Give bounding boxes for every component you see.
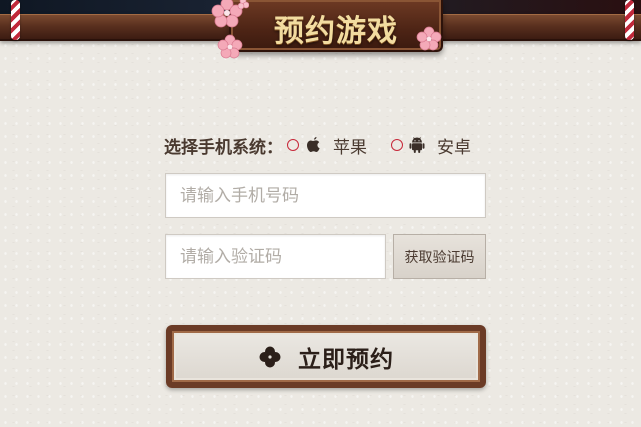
clover-icon: [258, 345, 282, 369]
cherry-blossom-icon: [211, 0, 249, 28]
page-title: 预约游戏: [274, 14, 398, 49]
rope-left-decoration: [11, 0, 20, 40]
os-selection-row: 选择手机系统： 苹果 安卓: [164, 132, 471, 158]
reserve-now-label: 立即预约: [298, 346, 394, 373]
phone-input[interactable]: [165, 173, 486, 218]
cherry-blossom-small-icon: [217, 34, 243, 59]
rope-right-decoration: [625, 0, 634, 40]
android-icon: [409, 136, 425, 154]
ios-label: 苹果: [333, 137, 367, 158]
os-option-android[interactable]: 安卓: [391, 133, 471, 158]
cherry-blossom-right-icon: [416, 26, 442, 51]
android-radio[interactable]: [391, 139, 403, 151]
verification-code-input[interactable]: [165, 234, 386, 279]
android-label: 安卓: [437, 137, 471, 158]
apple-icon: [305, 136, 321, 154]
get-code-button[interactable]: 获取验证码: [393, 234, 486, 279]
get-code-label: 获取验证码: [404, 249, 475, 266]
os-label: 选择手机系统：: [164, 137, 283, 158]
os-option-ios[interactable]: 苹果: [287, 133, 367, 158]
reserve-now-button[interactable]: 立即预约: [166, 325, 486, 388]
ios-radio[interactable]: [287, 139, 299, 151]
title-plaque: 预约游戏: [229, 0, 443, 52]
